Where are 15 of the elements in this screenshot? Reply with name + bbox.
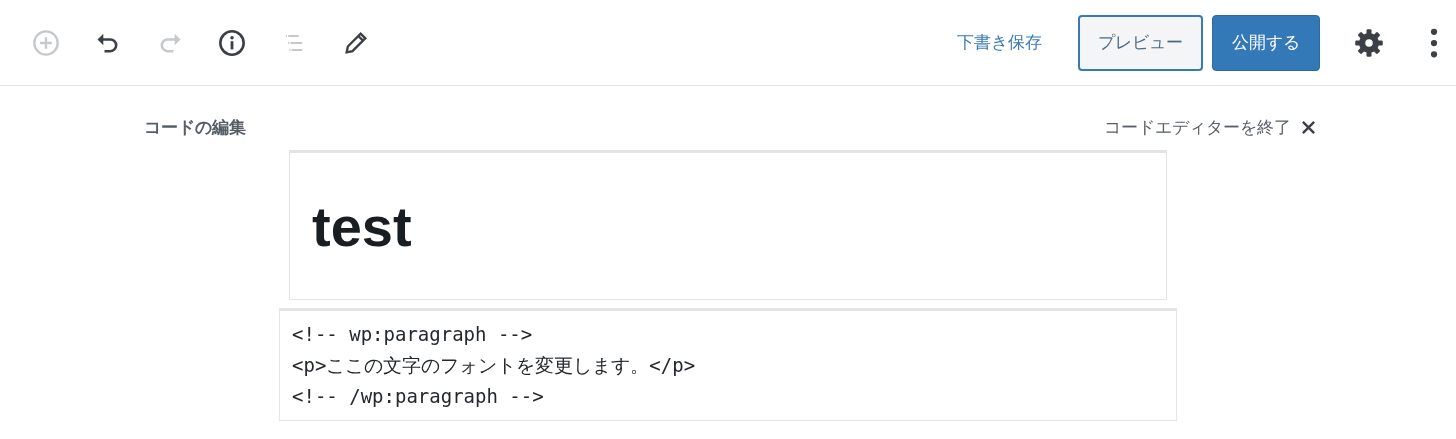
close-icon: [1301, 119, 1316, 135]
title-field[interactable]: test: [289, 150, 1167, 300]
more-menu-icon[interactable]: [1430, 27, 1438, 58]
preview-button[interactable]: プレビュー: [1078, 14, 1203, 71]
exit-code-editor-button[interactable]: コードエディターを終了: [1104, 115, 1316, 139]
info-icon[interactable]: [218, 28, 246, 57]
publish-button[interactable]: 公開する: [1212, 14, 1320, 71]
post-title: test: [312, 193, 412, 259]
editor-heading: コードの編集: [144, 115, 246, 139]
code-line: <!-- wp:paragraph -->: [292, 322, 534, 347]
code-line: <p>ここの文字のフォントを変更します。</p>: [292, 353, 697, 378]
settings-icon[interactable]: [1354, 27, 1384, 58]
save-draft-link[interactable]: 下書き保存: [947, 23, 1052, 62]
code-line: <!-- /wp:paragraph -->: [292, 384, 545, 409]
code-field[interactable]: <!-- wp:paragraph --> <p>ここの文字のフォントを変更します。</p> <!-- /wp:paragraph -->: [279, 308, 1177, 421]
